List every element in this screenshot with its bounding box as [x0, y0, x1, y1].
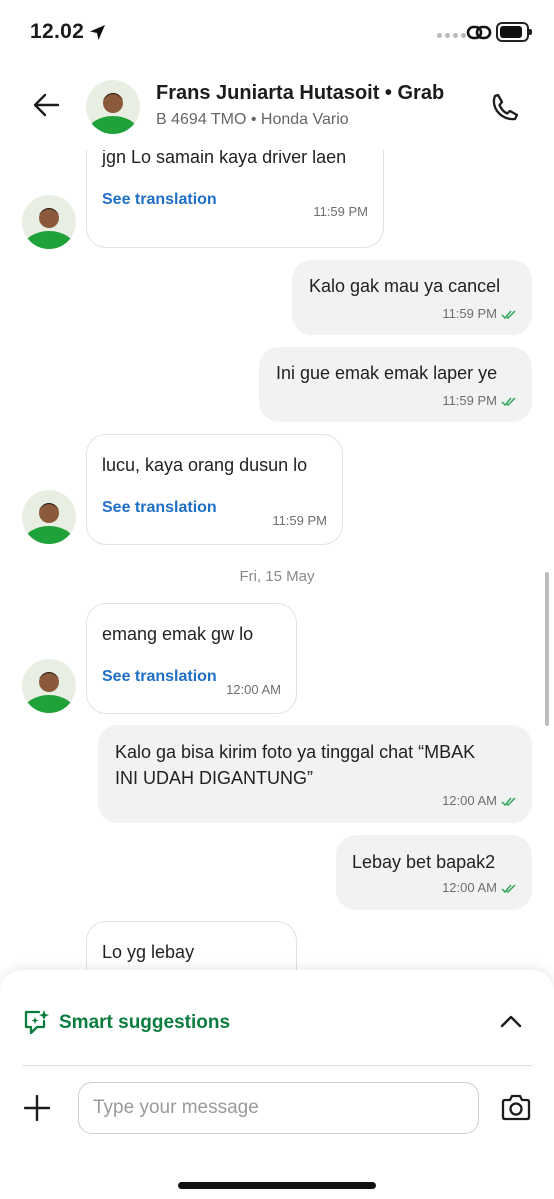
signal-dots-icon	[437, 33, 466, 38]
avatar	[22, 195, 76, 249]
message-bubble-incoming[interactable]: lucu, kaya orang dusun lo See translatio…	[86, 434, 343, 545]
message-time: 12:00 AM	[442, 793, 497, 808]
battery-icon	[496, 22, 532, 42]
driver-avatar[interactable]	[86, 80, 140, 134]
message-bubble-outgoing[interactable]: Kalo gak mau ya cancel 11:59 PM	[292, 260, 532, 335]
vehicle-info: B 4694 TMO • Honda Vario	[156, 111, 349, 128]
divider	[22, 1065, 532, 1066]
message-time: 11:59 PM	[272, 513, 327, 528]
status-time: 12.02	[30, 20, 85, 43]
see-translation-link[interactable]: See translation	[102, 191, 217, 209]
back-arrow-icon[interactable]	[32, 91, 60, 124]
message-bubble-outgoing[interactable]: Kalo ga bisa kirim foto ya tinggal chat …	[98, 725, 532, 823]
chevron-up-icon[interactable]	[500, 1014, 522, 1033]
message-bubble-incoming[interactable]: jgn Lo samain kaya driver laen See trans…	[86, 150, 384, 248]
message-text: Lo yg lebay	[102, 942, 195, 962]
message-input[interactable]	[78, 1082, 479, 1134]
message-time: 11:59 PM	[442, 393, 497, 408]
message-time-row: 12:00 AM	[442, 880, 516, 896]
scrollbar[interactable]	[545, 572, 549, 726]
plus-icon[interactable]	[23, 1094, 51, 1126]
contact-name: Frans Juniarta Hutasoit • Grab	[156, 82, 445, 104]
message-time: 11:59 PM	[313, 204, 368, 219]
camera-icon[interactable]	[500, 1094, 532, 1127]
double-check-icon	[501, 881, 516, 896]
message-text: lucu, kaya orang dusun lo	[102, 455, 308, 475]
avatar	[22, 659, 76, 713]
message-text: Lebay bet bapak2	[352, 852, 496, 872]
message-list[interactable]: jgn Lo samain kaya driver laen See trans…	[0, 150, 554, 970]
see-translation-link[interactable]: See translation	[102, 499, 217, 517]
message-time: 12:00 AM	[226, 682, 281, 697]
double-check-icon	[501, 794, 516, 809]
message-text: emang emak gw lo	[102, 624, 254, 644]
location-arrow-icon	[89, 24, 106, 46]
chat-header: Frans Juniarta Hutasoit • Grab B 4694 TM…	[0, 64, 554, 150]
message-time-row: 11:59 PM	[442, 393, 516, 409]
message-text: Kalo gak mau ya cancel	[309, 276, 501, 296]
composer-panel: Smart suggestions	[0, 970, 554, 1199]
message-text: Ini gue emak emak laper ye	[276, 363, 498, 383]
message-text: Kalo ga bisa kirim foto ya tinggal chat …	[115, 742, 476, 788]
message-time: 12:00 AM	[442, 880, 497, 895]
message-bubble-incoming[interactable]: emang emak gw lo See translation 12:00 A…	[86, 603, 297, 714]
see-translation-link[interactable]: See translation	[102, 668, 217, 686]
status-bar: 12.02	[0, 0, 554, 64]
double-check-icon	[501, 394, 516, 409]
avatar	[22, 490, 76, 544]
double-check-icon	[501, 307, 516, 322]
message-bubble-incoming[interactable]: Lo yg lebay	[86, 921, 297, 970]
message-text: jgn Lo samain kaya driver laen	[102, 150, 347, 167]
smart-suggestions-icon	[22, 1008, 50, 1041]
link-icon	[466, 24, 492, 47]
message-time-row: 11:59 PM	[442, 306, 516, 322]
message-bubble-outgoing[interactable]: Lebay bet bapak2 12:00 AM	[336, 835, 532, 910]
message-bubble-outgoing[interactable]: Ini gue emak emak laper ye 11:59 PM	[259, 347, 532, 422]
chat-screen: 12.02 Frans Juniarta Hutasoit • Grab B 4…	[0, 0, 554, 1199]
message-time: 11:59 PM	[442, 306, 497, 321]
smart-suggestions-label[interactable]: Smart suggestions	[59, 1012, 230, 1034]
message-time-row: 12:00 AM	[442, 793, 516, 809]
home-indicator[interactable]	[178, 1182, 376, 1189]
date-separator: Fri, 15 May	[239, 568, 315, 585]
phone-call-icon[interactable]	[490, 92, 520, 127]
